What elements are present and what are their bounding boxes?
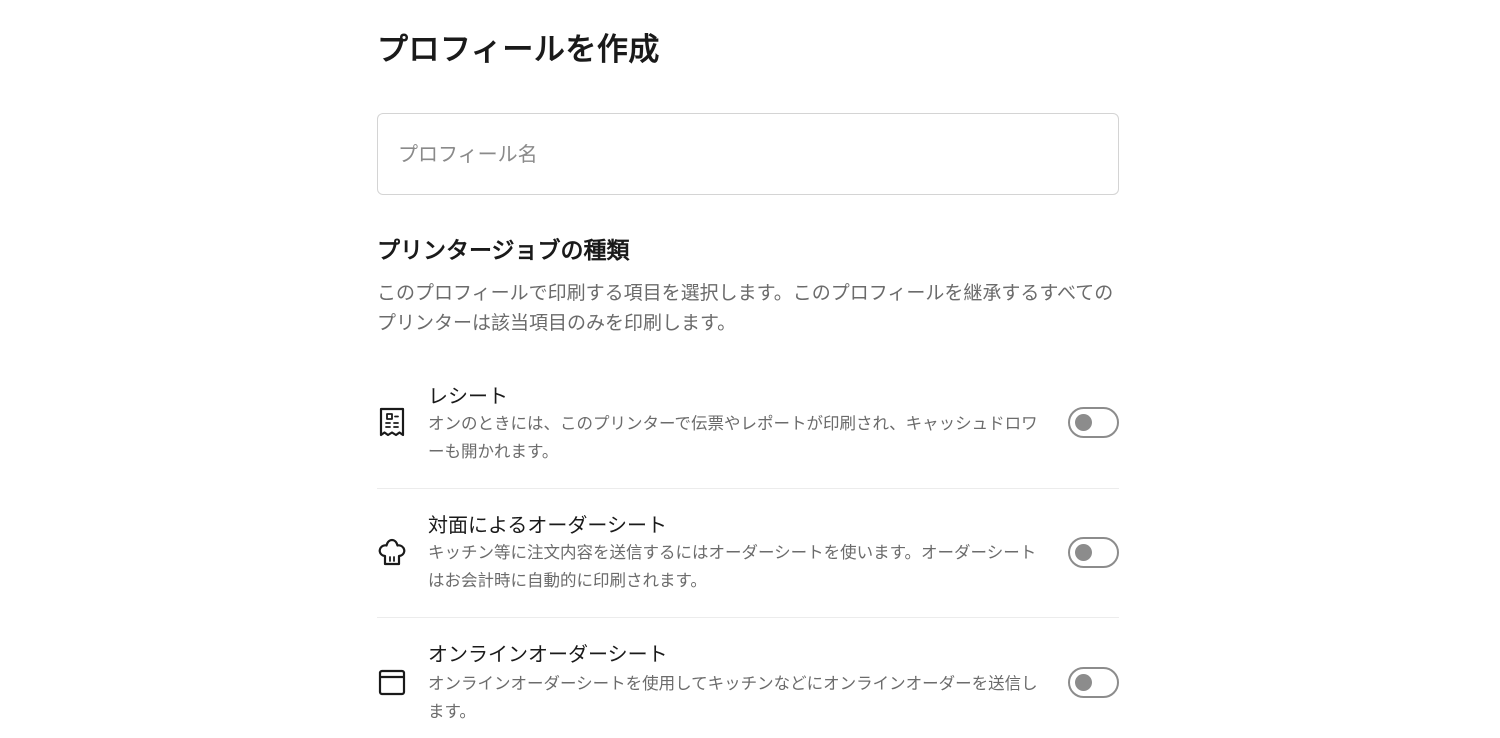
receipt-icon bbox=[377, 407, 407, 437]
create-profile-page: プロフィールを作成 プリンタージョブの種類 このプロフィールで印刷する項目を選択… bbox=[0, 0, 1500, 738]
printer-jobs-description: このプロフィールで印刷する項目を選択します。このプロフィールを継承するすべてのプ… bbox=[377, 282, 1114, 334]
toggle-in-person-order-sheet[interactable] bbox=[1068, 537, 1119, 568]
job-title-online-order-sheet: オンラインオーダーシート bbox=[428, 642, 668, 666]
browser-window-icon bbox=[377, 667, 407, 697]
job-description-online-order-sheet: オンラインオーダーシートを使用してキッチンなどにオンラインオーダーを送信します。 bbox=[428, 674, 1038, 721]
toggle-knob bbox=[1075, 544, 1092, 561]
toggle-knob bbox=[1075, 674, 1092, 691]
printer-jobs-title: プリンタージョブの種類 bbox=[377, 238, 630, 264]
job-title-receipt: レシート bbox=[428, 384, 508, 408]
toggle-receipt[interactable] bbox=[1068, 407, 1119, 438]
job-description-receipt: オンのときには、このプリンターで伝票やレポートが印刷され、キャッシュドロワーも開… bbox=[428, 414, 1038, 461]
chef-hat-icon bbox=[377, 537, 407, 567]
toggle-knob bbox=[1075, 414, 1092, 431]
job-title-in-person-order-sheet: 対面によるオーダーシート bbox=[428, 513, 667, 537]
page-title: プロフィールを作成 bbox=[377, 32, 660, 68]
profile-name-input[interactable] bbox=[377, 113, 1119, 195]
job-row-online-order-sheet: オンラインオーダーシート オンラインオーダーシートを使用してキッチンなどにオンラ… bbox=[377, 618, 1119, 738]
toggle-online-order-sheet[interactable] bbox=[1068, 667, 1119, 698]
job-row-in-person-order-sheet: 対面によるオーダーシート キッチン等に注文内容を送信するにはオーダーシートを使い… bbox=[377, 489, 1119, 618]
job-description-in-person-order-sheet: キッチン等に注文内容を送信するにはオーダーシートを使います。オーダーシートはお会… bbox=[428, 543, 1037, 590]
job-row-receipt: レシート オンのときには、このプリンターで伝票やレポートが印刷され、キャッシュド… bbox=[377, 360, 1119, 489]
